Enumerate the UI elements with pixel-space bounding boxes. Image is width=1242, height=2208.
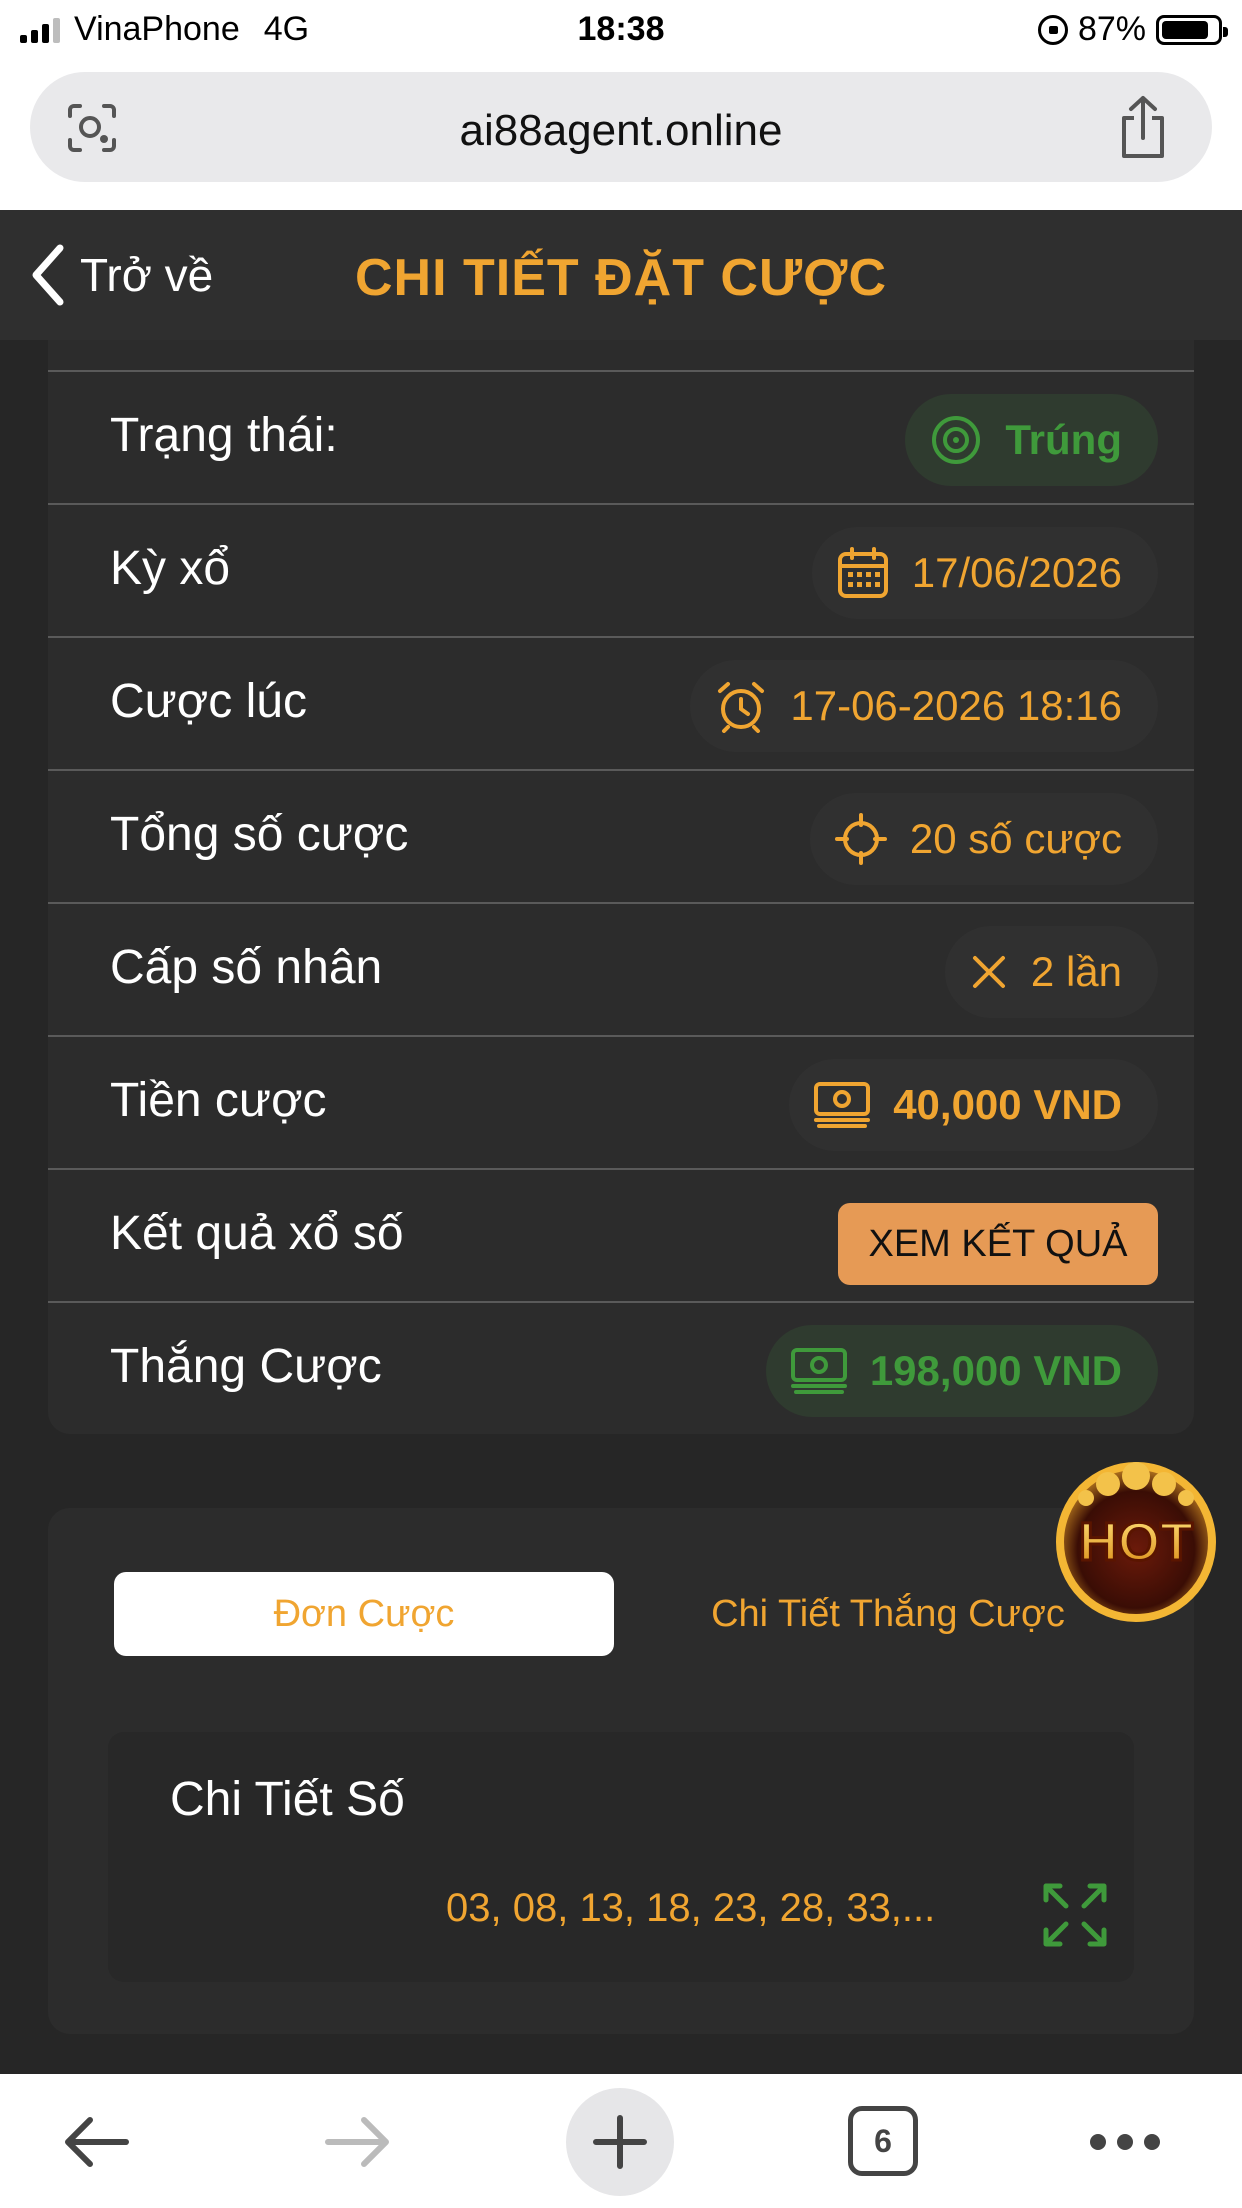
row-stake: Tiền cược 40,000 VND bbox=[48, 1035, 1194, 1168]
row-total-bets: Tổng số cược 20 số cược bbox=[48, 769, 1194, 902]
hot-badge-text: HOT bbox=[1079, 1512, 1193, 1572]
row-lottery-result: Kết quả xổ số XEM KẾT QUẢ bbox=[48, 1168, 1194, 1301]
row-bet-time: Cược lúc 17-06-2026 18:16 bbox=[48, 636, 1194, 769]
total-bets-value: 20 số cược bbox=[909, 815, 1122, 862]
browser-address-area: ai88agent.online bbox=[0, 62, 1242, 210]
row-status: Trạng thái: Trúng bbox=[48, 370, 1194, 503]
lottery-result-label: Kết quả xổ số bbox=[110, 1207, 404, 1260]
row-winnings: Thắng Cược 198,000 VND bbox=[48, 1301, 1194, 1434]
status-value: Trúng bbox=[1005, 416, 1122, 463]
url-text: ai88agent.online bbox=[459, 106, 783, 155]
stake-chip: 40,000 VND bbox=[789, 1059, 1158, 1151]
battery-icon bbox=[1156, 14, 1228, 45]
multiply-icon bbox=[969, 952, 1009, 992]
more-options-icon[interactable] bbox=[1090, 2124, 1160, 2160]
share-icon[interactable] bbox=[1116, 94, 1170, 160]
status-label: Trạng thái: bbox=[110, 409, 338, 462]
orientation-lock-icon bbox=[1037, 14, 1068, 45]
browser-toolbar: 6 bbox=[0, 2074, 1242, 2208]
draw-value: 17/06/2026 bbox=[911, 549, 1122, 596]
alarm-clock-icon bbox=[714, 679, 768, 733]
page-title: CHI TIẾT ĐẶT CƯỢC bbox=[354, 249, 888, 307]
app-header: Trở về CHI TIẾT ĐẶT CƯỢC bbox=[0, 210, 1242, 340]
plus-icon bbox=[593, 2115, 647, 2169]
status-badge: Trúng bbox=[905, 394, 1158, 486]
stake-label: Tiền cược bbox=[110, 1074, 327, 1127]
battery-percent: 87% bbox=[1077, 10, 1146, 48]
number-detail-title: Chi Tiết Số bbox=[170, 1773, 405, 1826]
tabs-button[interactable]: 6 bbox=[848, 2106, 918, 2176]
winnings-value: 198,000 VND bbox=[869, 1347, 1122, 1394]
row-draw: Kỳ xổ 17/06/2026 bbox=[48, 503, 1194, 636]
money-icon bbox=[813, 1080, 871, 1130]
new-tab-button[interactable] bbox=[566, 2088, 674, 2196]
draw-label: Kỳ xổ bbox=[110, 542, 231, 595]
multiplier-label: Cấp số nhân bbox=[110, 941, 383, 994]
view-result-button[interactable]: XEM KẾT QUẢ bbox=[838, 1203, 1158, 1285]
bet-time-chip: 17-06-2026 18:16 bbox=[690, 660, 1158, 752]
total-bets-chip: 20 số cược bbox=[809, 793, 1158, 885]
target-icon bbox=[929, 413, 983, 467]
number-detail-value: 03, 08, 13, 18, 23, 28, 33,... bbox=[446, 1886, 936, 1930]
crosshair-icon bbox=[834, 812, 888, 866]
bet-tabs-card: Đơn Cược Chi Tiết Thắng Cược Chi Tiết Số bbox=[48, 1508, 1194, 2034]
draw-value-chip: 17/06/2026 bbox=[811, 527, 1158, 619]
winnings-chip: 198,000 VND bbox=[765, 1325, 1158, 1417]
bet-time-value: 17-06-2026 18:16 bbox=[790, 682, 1122, 729]
row-multiplier: Cấp số nhân 2 lần bbox=[48, 902, 1194, 1035]
bet-time-label: Cược lúc bbox=[110, 675, 307, 728]
tab-bet-order[interactable]: Đơn Cược bbox=[114, 1572, 614, 1656]
winnings-label: Thắng Cược bbox=[110, 1340, 382, 1393]
arrow-right-icon[interactable] bbox=[322, 2112, 394, 2172]
address-bar[interactable]: ai88agent.online bbox=[30, 72, 1212, 182]
arrow-left-icon[interactable] bbox=[60, 2112, 132, 2172]
total-bets-label: Tổng số cược bbox=[110, 808, 409, 861]
status-bar: VinaPhone 4G 18:38 87% bbox=[0, 0, 1242, 62]
expand-icon[interactable] bbox=[1042, 1882, 1108, 1948]
multiplier-value: 2 lần bbox=[1030, 948, 1122, 995]
number-detail-panel: Chi Tiết Số bbox=[108, 1732, 1134, 1982]
multiplier-chip: 2 lần bbox=[944, 926, 1158, 1018]
calendar-icon bbox=[836, 546, 890, 600]
money-icon bbox=[790, 1346, 848, 1396]
status-right: 87% bbox=[1037, 10, 1228, 49]
bet-detail-card: Trạng thái: Trúng Kỳ xổ 17/06/2026 Cược … bbox=[48, 340, 1194, 1434]
stake-value: 40,000 VND bbox=[893, 1081, 1122, 1128]
hot-promo-badge[interactable]: HOT bbox=[1046, 1456, 1226, 1622]
